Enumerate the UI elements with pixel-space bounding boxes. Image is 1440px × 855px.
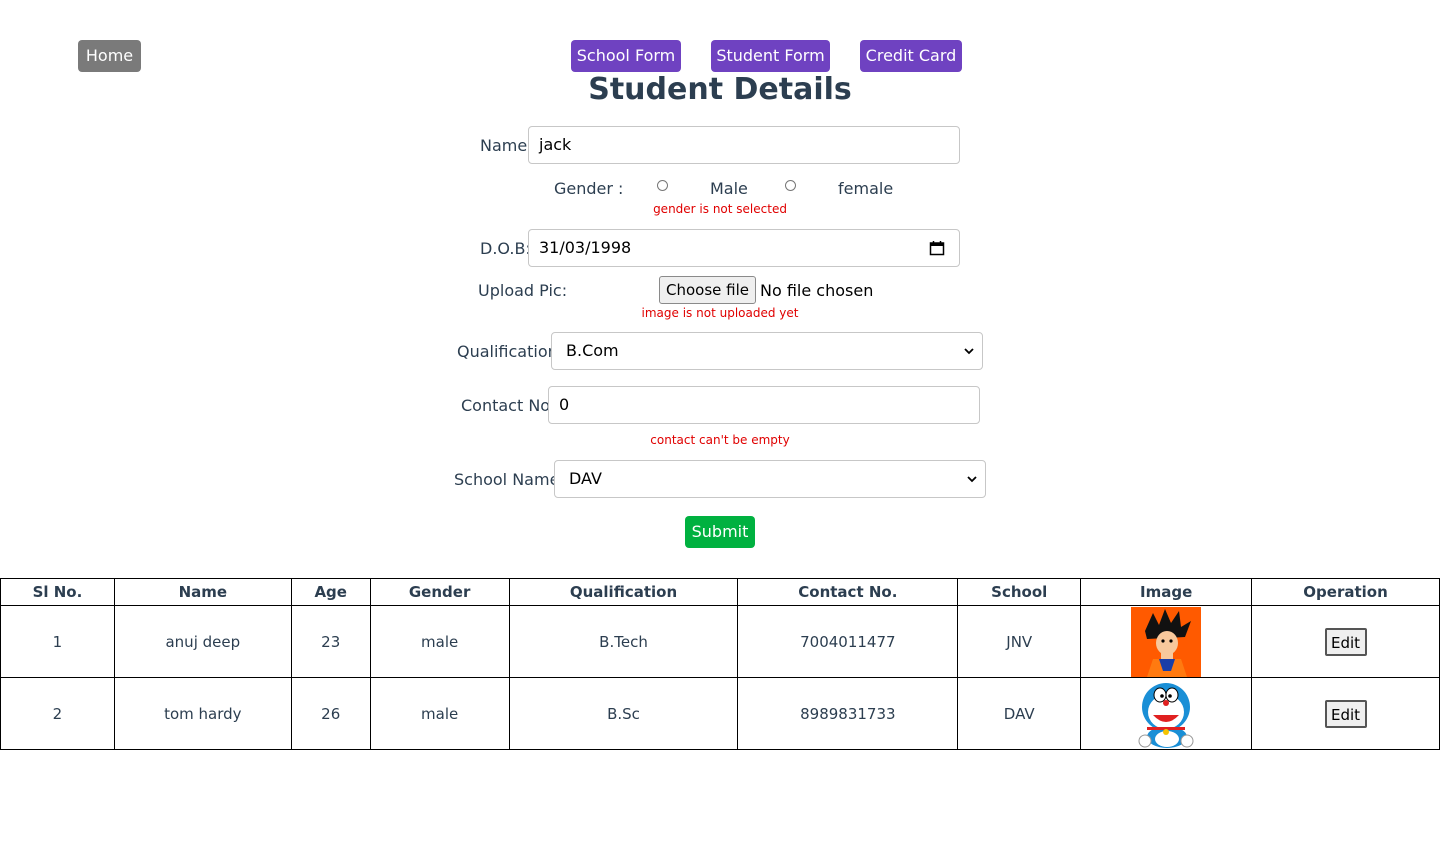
cell-sl: 2 <box>0 677 115 750</box>
cell-operation: Edit <box>1251 605 1440 678</box>
choose-file-button[interactable]: Choose file <box>659 276 756 304</box>
table-row: 2 tom hardy 26 male B.Sc 8989831733 DAV <box>0 677 1440 750</box>
chevron-down-icon <box>967 476 977 483</box>
goku-avatar <box>1131 606 1202 677</box>
cell-school: JNV <box>957 605 1082 678</box>
dob-label: D.O.B: <box>480 239 531 258</box>
page-title: Student Details <box>588 72 852 107</box>
dob-value: 31/03/1998 <box>539 238 632 257</box>
doraemon-avatar <box>1131 678 1202 749</box>
cell-contact: 7004011477 <box>737 605 959 678</box>
cell-school: DAV <box>957 677 1082 750</box>
header-qualification: Qualification <box>508 578 739 606</box>
cell-sl: 1 <box>0 605 115 678</box>
cell-image <box>1080 677 1253 750</box>
gender-male-radio[interactable] <box>657 180 668 191</box>
image-error: image is not uploaded yet <box>641 306 799 320</box>
edit-button[interactable]: Edit <box>1324 627 1367 656</box>
school-label: School Name: <box>454 470 565 489</box>
student-form-button[interactable]: Student Form <box>711 40 830 72</box>
credit-card-button[interactable]: Credit Card <box>860 40 962 72</box>
contact-label: Contact No: <box>461 396 556 415</box>
cell-gender: male <box>369 677 510 750</box>
contact-error: contact can't be empty <box>650 433 790 447</box>
chevron-down-icon <box>964 348 974 355</box>
header-gender: Gender <box>369 578 510 606</box>
table-row: 1 anuj deep 23 male B.Tech 7004011477 JN… <box>0 605 1440 678</box>
cell-qualification: B.Sc <box>508 677 739 750</box>
no-file-text: No file chosen <box>760 281 874 300</box>
cell-age: 23 <box>290 605 371 678</box>
cell-contact: 8989831733 <box>737 677 959 750</box>
submit-button[interactable]: Submit <box>685 516 755 548</box>
header-age: Age <box>290 578 371 606</box>
gender-male-label: Male <box>710 179 748 198</box>
table-header-row: Sl No. Name Age Gender Qualification Con… <box>0 578 1440 606</box>
school-select[interactable]: DAV <box>554 460 986 498</box>
header-contact: Contact No. <box>737 578 959 606</box>
gender-female-label: female <box>838 179 894 198</box>
cell-gender: male <box>369 605 510 678</box>
contact-input[interactable]: 0 <box>548 386 980 424</box>
qualification-label: Qualification: <box>457 342 564 361</box>
header-name: Name <box>113 578 292 606</box>
cell-operation: Edit <box>1251 677 1440 750</box>
header-school: School <box>957 578 1082 606</box>
gender-error: gender is not selected <box>653 202 787 216</box>
cell-image <box>1080 605 1253 678</box>
name-input[interactable]: jack <box>528 126 960 164</box>
calendar-icon[interactable] <box>929 240 945 256</box>
header-operation: Operation <box>1251 578 1440 606</box>
gender-label: Gender : <box>554 179 624 198</box>
school-form-button[interactable]: School Form <box>571 40 681 72</box>
header-image: Image <box>1080 578 1253 606</box>
edit-button[interactable]: Edit <box>1324 699 1367 728</box>
cell-qualification: B.Tech <box>508 605 739 678</box>
cell-name: tom hardy <box>113 677 292 750</box>
student-table: Sl No. Name Age Gender Qualification Con… <box>0 578 1440 750</box>
home-button[interactable]: Home <box>78 40 141 72</box>
school-value: DAV <box>569 469 602 488</box>
gender-female-radio[interactable] <box>785 180 796 191</box>
name-label: Name: <box>480 136 533 155</box>
cell-age: 26 <box>290 677 371 750</box>
upload-label: Upload Pic: <box>478 281 568 300</box>
cell-name: anuj deep <box>113 605 292 678</box>
qualification-select[interactable]: B.Com <box>551 332 983 370</box>
dob-input[interactable]: 31/03/1998 <box>528 229 960 267</box>
qualification-value: B.Com <box>566 341 619 360</box>
header-sl: Sl No. <box>0 578 115 606</box>
